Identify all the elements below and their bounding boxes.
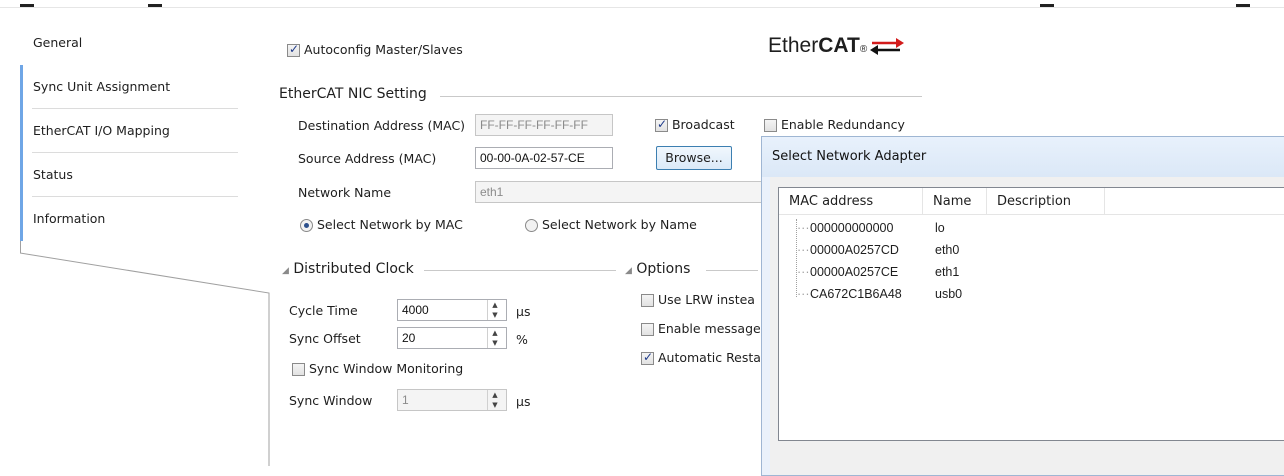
collapse-triangle-icon[interactable]: ◢ bbox=[625, 266, 632, 276]
radio-by-mac-label: Select Network by MAC bbox=[316, 217, 463, 232]
adapter-name: usb0 bbox=[935, 287, 963, 301]
option-message-label: Enable message bbox=[657, 321, 761, 336]
dialog-titlebar[interactable]: Select Network Adapter bbox=[762, 137, 1284, 177]
sync-offset-spinner[interactable]: ▲ ▼ bbox=[487, 328, 502, 348]
top-strip-mark bbox=[148, 4, 162, 7]
column-name[interactable]: Name bbox=[923, 188, 987, 215]
option-lrw-row[interactable]: Use LRW instea bbox=[641, 292, 755, 307]
distributed-clock-title: Distributed Clock bbox=[293, 261, 414, 277]
radio-by-name-row[interactable]: Select Network by Name bbox=[525, 217, 697, 232]
option-restart-row[interactable]: Automatic Resta bbox=[641, 350, 761, 365]
tab-ethercat-io-mapping[interactable]: EtherCAT I/O Mapping bbox=[20, 109, 270, 153]
options-title-divider bbox=[706, 270, 758, 271]
adapter-row[interactable]: ··· 00000A0257CD eth0 bbox=[779, 240, 1079, 260]
adapter-list-header: MAC address Name Description bbox=[779, 188, 1284, 215]
cycle-time-unit: µs bbox=[516, 304, 531, 319]
sync-window-spinner[interactable]: ▲ ▼ bbox=[487, 390, 502, 410]
tab-general[interactable]: General bbox=[20, 21, 270, 65]
tab-sync-unit-assignment[interactable]: Sync Unit Assignment bbox=[20, 65, 270, 109]
sync-window-label: Sync Window bbox=[289, 393, 373, 408]
nic-setting-title: EtherCAT NIC Setting bbox=[279, 86, 427, 102]
dest-address-label: Destination Address (MAC) bbox=[298, 118, 466, 133]
option-lrw-label: Use LRW instea bbox=[657, 292, 755, 307]
tab-information[interactable]: Information bbox=[20, 197, 270, 241]
logo-arrows-icon bbox=[870, 38, 904, 55]
redundancy-label: Enable Redundancy bbox=[780, 117, 905, 132]
select-network-adapter-dialog: Select Network Adapter MAC address Name … bbox=[761, 136, 1284, 476]
browse-button[interactable]: Browse... bbox=[656, 146, 732, 170]
option-restart-checkbox[interactable] bbox=[641, 350, 654, 365]
adapter-mac: 000000000000 bbox=[810, 221, 894, 235]
tab-label: General bbox=[33, 35, 83, 50]
column-description[interactable]: Description bbox=[987, 188, 1105, 215]
option-restart-label: Automatic Resta bbox=[657, 350, 761, 365]
dialog-title: Select Network Adapter bbox=[772, 149, 927, 164]
autoconfig-checkbox-row[interactable]: Autoconfig Master/Slaves bbox=[287, 42, 463, 57]
dest-address-field[interactable]: FF-FF-FF-FF-FF-FF bbox=[475, 114, 613, 136]
option-message-checkbox[interactable] bbox=[641, 323, 654, 336]
sync-window-monitoring-label: Sync Window Monitoring bbox=[308, 361, 464, 376]
radio-by-name-label: Select Network by Name bbox=[541, 217, 697, 232]
sync-window-monitoring-row[interactable]: Sync Window Monitoring bbox=[292, 361, 463, 376]
adapter-mac: 00000A0257CD bbox=[810, 243, 899, 257]
tab-strip: General Sync Unit Assignment EtherCAT I/… bbox=[20, 21, 270, 466]
adapter-row[interactable]: ··· CA672C1B6A48 usb0 bbox=[779, 284, 1079, 304]
column-mac-address[interactable]: MAC address bbox=[779, 188, 923, 215]
autoconfig-label: Autoconfig Master/Slaves bbox=[303, 42, 463, 57]
radio-by-mac[interactable] bbox=[300, 219, 313, 232]
nic-title-divider bbox=[440, 96, 922, 97]
broadcast-checkbox[interactable] bbox=[655, 117, 668, 132]
sync-window-monitoring-checkbox[interactable] bbox=[292, 363, 305, 376]
adapter-name: eth1 bbox=[935, 265, 960, 279]
ethercat-logo: EtherCAT® bbox=[768, 34, 867, 58]
adapter-mac: 00000A0257CE bbox=[810, 265, 899, 279]
top-strip-mark bbox=[20, 4, 34, 7]
radio-by-mac-row[interactable]: Select Network by MAC bbox=[300, 217, 463, 232]
adapter-name: eth0 bbox=[935, 243, 960, 257]
adapter-list[interactable]: MAC address Name Description ··· 0000000… bbox=[778, 187, 1284, 441]
options-title: Options bbox=[636, 261, 691, 277]
options-header[interactable]: ◢ Options bbox=[625, 261, 690, 277]
radio-by-name[interactable] bbox=[525, 219, 538, 232]
autoconfig-checkbox[interactable] bbox=[287, 42, 300, 57]
distributed-clock-header[interactable]: ◢ Distributed Clock bbox=[282, 261, 414, 277]
tab-label: Status bbox=[33, 167, 73, 182]
option-lrw-checkbox[interactable] bbox=[641, 294, 654, 307]
source-address-label: Source Address (MAC) bbox=[298, 151, 437, 166]
broadcast-checkbox-row[interactable]: Broadcast bbox=[655, 117, 735, 132]
sync-window-unit: µs bbox=[516, 394, 531, 409]
redundancy-checkbox-row[interactable]: Enable Redundancy bbox=[764, 117, 905, 132]
cycle-time-spinner[interactable]: ▲ ▼ bbox=[487, 300, 502, 320]
redundancy-checkbox[interactable] bbox=[764, 119, 777, 132]
tab-label: Information bbox=[33, 211, 106, 226]
network-name-field[interactable]: eth1 bbox=[475, 181, 765, 203]
dc-title-divider bbox=[424, 270, 616, 271]
cycle-time-label: Cycle Time bbox=[289, 303, 358, 318]
top-strip-mark bbox=[1236, 4, 1250, 7]
source-address-field[interactable]: 00-00-0A-02-57-CE bbox=[475, 147, 613, 169]
logo-text: Ether bbox=[768, 34, 819, 57]
adapter-row[interactable]: ··· 00000A0257CE eth1 bbox=[779, 262, 1079, 282]
network-name-label: Network Name bbox=[298, 185, 392, 200]
sync-offset-label: Sync Offset bbox=[289, 331, 361, 346]
option-message-row[interactable]: Enable message bbox=[641, 321, 761, 336]
tab-label: Sync Unit Assignment bbox=[33, 79, 171, 94]
window-top-strip bbox=[0, 0, 1284, 8]
adapter-row[interactable]: ··· 000000000000 lo bbox=[779, 218, 1079, 238]
broadcast-label: Broadcast bbox=[671, 117, 735, 132]
tab-label: EtherCAT I/O Mapping bbox=[33, 123, 170, 138]
adapter-mac: CA672C1B6A48 bbox=[810, 287, 902, 301]
top-strip-mark bbox=[1040, 4, 1054, 7]
collapse-triangle-icon[interactable]: ◢ bbox=[282, 266, 289, 276]
logo-text-bold: CAT bbox=[818, 34, 860, 57]
tab-status[interactable]: Status bbox=[20, 153, 270, 197]
sync-offset-unit: % bbox=[516, 332, 528, 347]
adapter-name: lo bbox=[935, 221, 945, 235]
